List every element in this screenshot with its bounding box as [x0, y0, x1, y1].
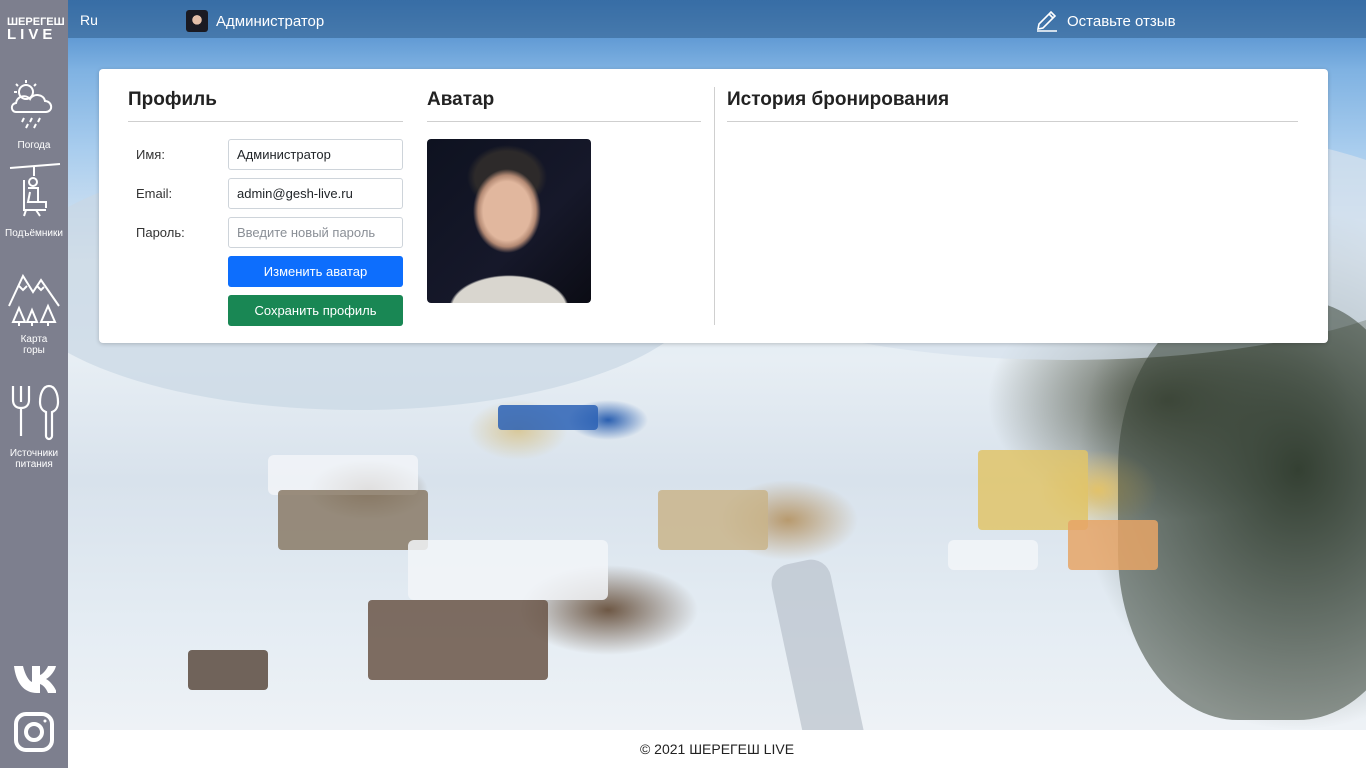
sidebar-item-weather[interactable]: Погода	[0, 76, 68, 151]
sidebar: ШЕРЕГЕШ LIVE Погода Подъёмники Карта гор…	[0, 0, 68, 768]
password-label: Пароль:	[136, 225, 185, 240]
profile-title: Профиль	[128, 89, 217, 110]
vk-icon	[14, 666, 57, 693]
sidebar-item-label: Погода	[17, 140, 51, 151]
column-divider	[714, 87, 715, 325]
sidebar-item-label: Источники питания	[9, 448, 59, 470]
feedback-link[interactable]: Оставьте отзыв	[1035, 9, 1176, 33]
sidebar-item-map[interactable]: Карта горы	[0, 266, 68, 356]
feedback-label: Оставьте отзыв	[1067, 12, 1176, 30]
name-field[interactable]	[228, 139, 403, 170]
site-logo[interactable]: ШЕРЕГЕШ LIVE	[7, 16, 65, 43]
history-title: История бронирования	[727, 89, 950, 110]
email-label: Email:	[136, 186, 173, 201]
sidebar-item-lifts[interactable]: Подъёмники	[0, 160, 68, 239]
email-field[interactable]	[228, 178, 403, 209]
avatar-divider	[427, 121, 701, 122]
change-avatar-button[interactable]: Изменить аватар	[228, 256, 403, 287]
instagram-icon	[14, 712, 54, 752]
sidebar-item-food[interactable]: Источники питания	[0, 382, 68, 470]
vk-link[interactable]	[12, 656, 57, 700]
save-profile-button[interactable]: Сохранить профиль	[228, 295, 403, 326]
user-menu[interactable]: Администратор	[186, 9, 324, 33]
avatar-image	[427, 139, 591, 303]
name-label: Имя:	[136, 147, 165, 162]
mountain-map-icon	[8, 273, 60, 326]
pencil-icon	[1036, 10, 1057, 32]
history-divider	[727, 121, 1298, 122]
password-field[interactable]	[228, 217, 403, 248]
username: Администратор	[216, 12, 325, 30]
language-switch[interactable]: Ru	[80, 12, 98, 28]
instagram-link[interactable]	[12, 710, 56, 754]
profile-card: Профиль Имя: Email: Пароль: Изменить ава…	[99, 69, 1328, 343]
ski-lift-icon	[9, 163, 61, 217]
weather-icon	[10, 80, 53, 129]
avatar	[186, 10, 208, 32]
footer: © 2021 ШЕРЕГЕШ LIVE	[68, 730, 1366, 768]
logo-line2: LIVE	[7, 26, 57, 43]
food-icon	[11, 384, 60, 441]
avatar-title: Аватар	[427, 89, 495, 110]
profile-divider	[128, 121, 403, 122]
sidebar-item-label: Подъёмники	[5, 228, 63, 239]
sidebar-item-label: Карта горы	[20, 334, 48, 356]
